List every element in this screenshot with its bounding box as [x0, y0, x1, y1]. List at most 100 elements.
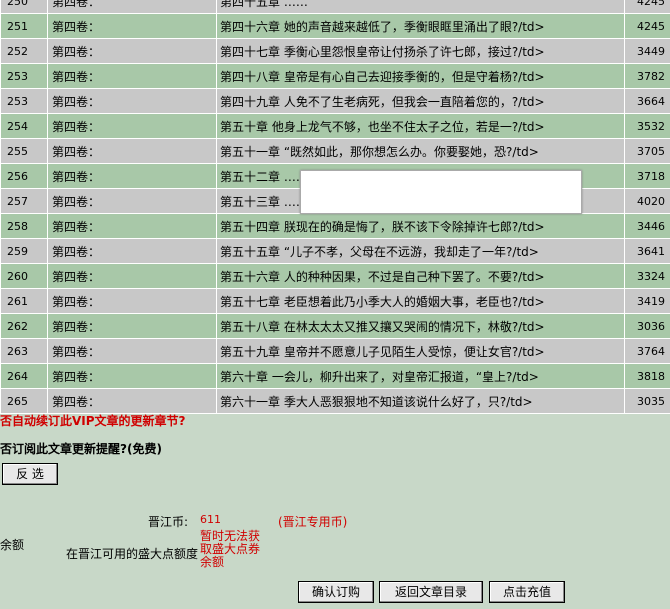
chapter-title-cell: 第六十一章 季大人恶狠狠地不知道该说什么好了，只?/td> — [216, 388, 625, 414]
popup-overlay — [300, 170, 582, 214]
chapter-title-link[interactable]: 第五十八章 在林太太太又推又攘又哭闹的情况下，林敬?/td> — [220, 320, 545, 334]
chapter-row: 265 第四卷： 第六十一章 季大人恶狠狠地不知道该说什么好了，只?/td> 3035 — [0, 388, 670, 414]
chapter-title-cell: 第五十七章 老臣想着此乃小季大人的婚姻大事，老臣也?/td> — [216, 288, 625, 314]
chapter-word-count: 3036 — [624, 313, 670, 339]
chapter-number: 262 — [0, 313, 48, 339]
chapter-word-count: 4245 — [624, 0, 670, 14]
chapter-row: 262 第四卷： 第五十八章 在林太太太又推又攘又哭闹的情况下，林敬?/td> 303… — [0, 313, 670, 339]
chapter-word-count: 3818 — [624, 363, 670, 389]
chapter-number: 259 — [0, 238, 48, 264]
chapter-word-count: 3764 — [624, 338, 670, 364]
chapter-number: 253 — [0, 63, 48, 89]
chapter-title-link[interactable]: 第四十六章 她的声音越来越低了，季衡眼眶里涌出了眼?/td> — [220, 20, 545, 34]
jjb-label: 晋江币: — [148, 515, 189, 529]
chapter-row: 252 第四卷： 第四十七章 季衡心里怨恨皇帝让付扬杀了许七郎，接过?/td> 344… — [0, 38, 670, 64]
chapter-row: 261 第四卷： 第五十七章 老臣想着此乃小季大人的婚姻大事，老臣也?/td> 341… — [0, 288, 670, 314]
chapter-title-cell: 第五十一章 “既然如此，那你想怎么办。你要娶她，恐?/td> — [216, 138, 625, 164]
chapter-title-cell: 第六十章 一会儿，柳升出来了，对皇帝汇报道，“皇上?/td> — [216, 363, 625, 389]
chapter-row: 259 第四卷： 第五十五章 “儿子不孝，父母在不远游，我却走了一年?/td> 364… — [0, 238, 670, 264]
chapter-number: 257 — [0, 188, 48, 214]
chapter-title-link[interactable]: 第五十九章 皇帝并不愿意儿子见陌生人受惊，便让女官?/td> — [220, 345, 545, 359]
chapter-title-cell: 第四十八章 皇帝是有心自己去迎接季衡的，但是守着杨?/td> — [216, 63, 625, 89]
chapter-volume: 第四卷： — [47, 338, 217, 364]
chapter-title-link[interactable]: 第四十七章 季衡心里怨恨皇帝让付扬杀了许七郎，接过?/td> — [220, 45, 545, 59]
chapter-volume: 第四卷： — [47, 113, 217, 139]
chapter-title-cell: 第四十七章 季衡心里怨恨皇帝让付扬杀了许七郎，接过?/td> — [216, 38, 625, 64]
chapter-volume: 第四卷： — [47, 313, 217, 339]
chapter-number: 252 — [0, 38, 48, 64]
chapter-title-cell: 第五十章 他身上龙气不够，也坐不住太子之位，若是一?/td> — [216, 113, 625, 139]
chapter-title-link[interactable]: 第四十五章 …… — [220, 0, 308, 9]
invert-select-button[interactable]: 反 选 — [2, 463, 58, 485]
chapter-number: 258 — [0, 213, 48, 239]
chapter-word-count: 3718 — [624, 163, 670, 189]
chapter-word-count: 3035 — [624, 388, 670, 414]
chapter-row: 255 第四卷： 第五十一章 “既然如此，那你想怎么办。你要娶她，恐?/td> 370… — [0, 138, 670, 164]
points-status: 暂时无法获取盛大点券余额 — [200, 529, 261, 569]
chapter-row: 258 第四卷： 第五十四章 朕现在的确是悔了，朕不该下令除掉许七郎?/td> 344… — [0, 213, 670, 239]
chapter-row: 263 第四卷： 第五十九章 皇帝并不愿意儿子见陌生人受惊，便让女官?/td> 376… — [0, 338, 670, 364]
chapter-volume: 第四卷： — [47, 213, 217, 239]
chapter-title-cell: 第四十六章 她的声音越来越低了，季衡眼眶里涌出了眼?/td> — [216, 13, 625, 39]
chapter-word-count: 3705 — [624, 138, 670, 164]
chapter-number: 255 — [0, 138, 48, 164]
chapter-row: 251 第四卷： 第四十六章 她的声音越来越低了，季衡眼眶里涌出了眼?/td> 424… — [0, 13, 670, 39]
chapter-number: 265 — [0, 388, 48, 414]
update-reminder-question: 否订阅此文章更新提醒?(免费) — [0, 442, 162, 456]
chapter-number: 260 — [0, 263, 48, 289]
chapter-number: 253 — [0, 88, 48, 114]
chapter-volume: 第四卷： — [47, 0, 217, 14]
chapter-word-count: 3449 — [624, 38, 670, 64]
chapter-title-link[interactable]: 第六十一章 季大人恶狠狠地不知道该说什么好了，只?/td> — [220, 395, 533, 409]
chapter-row: 254 第四卷： 第五十章 他身上龙气不够，也坐不住太子之位，若是一?/td> 353… — [0, 113, 670, 139]
chapter-word-count: 3419 — [624, 288, 670, 314]
chapter-row: 250 第四卷： 第四十五章 …… 4245 — [0, 0, 670, 14]
chapter-title-link[interactable]: 第五十一章 “既然如此，那你想怎么办。你要娶她，恐?/td> — [220, 145, 539, 159]
chapter-word-count: 3641 — [624, 238, 670, 264]
chapter-number: 263 — [0, 338, 48, 364]
chapter-number: 250 — [0, 0, 48, 14]
chapter-title-link[interactable]: 第四十九章 人免不了生老病死，但我会一直陪着您的，?/td> — [220, 95, 545, 109]
recharge-button[interactable]: 点击充值 — [489, 581, 565, 603]
chapter-volume: 第四卷： — [47, 263, 217, 289]
chapter-number: 256 — [0, 163, 48, 189]
chapter-volume: 第四卷： — [47, 63, 217, 89]
jjb-value: 611 — [200, 513, 221, 526]
jjb-note: (晋江专用币) — [278, 515, 348, 529]
chapter-volume: 第四卷： — [47, 138, 217, 164]
chapter-number: 254 — [0, 113, 48, 139]
chapter-title-link[interactable]: 第五十二章 …… — [220, 170, 308, 184]
chapter-row: 253 第四卷： 第四十九章 人免不了生老病死，但我会一直陪着您的，?/td> 366… — [0, 88, 670, 114]
chapter-title-link[interactable]: 第四十八章 皇帝是有心自己去迎接季衡的，但是守着杨?/td> — [220, 70, 545, 84]
chapter-volume: 第四卷： — [47, 238, 217, 264]
balance-label: 余额 — [0, 538, 25, 552]
chapter-volume: 第四卷： — [47, 163, 217, 189]
chapter-title-cell: 第五十四章 朕现在的确是悔了，朕不该下令除掉许七郎?/td> — [216, 213, 625, 239]
chapter-title-link[interactable]: 第五十七章 老臣想着此乃小季大人的婚姻大事，老臣也?/td> — [220, 295, 545, 309]
chapter-title-cell: 第五十九章 皇帝并不愿意儿子见陌生人受惊，便让女官?/td> — [216, 338, 625, 364]
chapter-volume: 第四卷： — [47, 388, 217, 414]
chapter-volume: 第四卷： — [47, 363, 217, 389]
chapter-title-link[interactable]: 第五十五章 “儿子不孝，父母在不远游，我却走了一年?/td> — [220, 245, 539, 259]
chapter-row: 260 第四卷： 第五十六章 人的种种因果，不过是自己种下罢了。不要?/td> 332… — [0, 263, 670, 289]
chapter-title-cell: 第四十五章 …… — [216, 0, 625, 14]
chapter-word-count: 3532 — [624, 113, 670, 139]
chapter-volume: 第四卷： — [47, 88, 217, 114]
chapter-volume: 第四卷： — [47, 188, 217, 214]
back-to-catalog-button[interactable]: 返回文章目录 — [379, 581, 483, 603]
chapter-title-link[interactable]: 第五十四章 朕现在的确是悔了，朕不该下令除掉许七郎?/td> — [220, 220, 545, 234]
chapter-volume: 第四卷： — [47, 13, 217, 39]
chapter-title-link[interactable]: 第五十三章 …… — [220, 195, 308, 209]
chapter-title-cell: 第四十九章 人免不了生老病死，但我会一直陪着您的，?/td> — [216, 88, 625, 114]
points-label: 在晋江可用的盛大点额度 — [66, 547, 199, 561]
chapter-title-link[interactable]: 第五十章 他身上龙气不够，也坐不住太子之位，若是一?/td> — [220, 120, 545, 134]
auto-subscribe-question: 否自动续订此VIP文章的更新章节? — [0, 414, 186, 428]
chapter-title-link[interactable]: 第五十六章 人的种种因果，不过是自己种下罢了。不要?/td> — [220, 270, 545, 284]
confirm-order-button[interactable]: 确认订购 — [298, 581, 374, 603]
chapter-number: 251 — [0, 13, 48, 39]
chapter-row: 264 第四卷： 第六十章 一会儿，柳升出来了，对皇帝汇报道，“皇上?/td> 381… — [0, 363, 670, 389]
chapter-word-count: 3324 — [624, 263, 670, 289]
chapter-title-link[interactable]: 第六十章 一会儿，柳升出来了，对皇帝汇报道，“皇上?/td> — [220, 370, 539, 384]
chapter-row: 253 第四卷： 第四十八章 皇帝是有心自己去迎接季衡的，但是守着杨?/td> 378… — [0, 63, 670, 89]
chapter-title-cell: 第五十六章 人的种种因果，不过是自己种下罢了。不要?/td> — [216, 263, 625, 289]
